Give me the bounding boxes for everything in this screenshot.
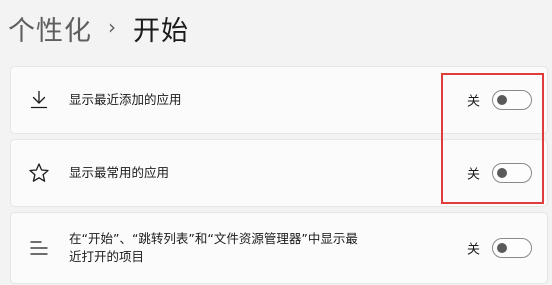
recently-added-apps-toggle[interactable] <box>492 90 532 110</box>
breadcrumb-separator: › <box>108 15 117 39</box>
toggle-state-text: 关 <box>467 167 481 183</box>
toggle-knob <box>497 168 507 178</box>
download-icon <box>27 88 51 112</box>
list-icon <box>27 236 51 260</box>
breadcrumb-parent-link[interactable]: 个性化 <box>8 9 92 48</box>
breadcrumb: 个性化 › 开始 <box>8 6 189 50</box>
toggle-knob <box>497 95 507 105</box>
star-icon <box>27 161 51 185</box>
setting-row-recently-opened-items: 在“开始”、“跳转列表”和“文件资源管理器”中显示最近打开的项目 关 <box>10 212 548 284</box>
setting-label: 在“开始”、“跳转列表”和“文件资源管理器”中显示最近打开的项目 <box>69 231 358 264</box>
setting-row-most-used-apps: 显示最常用的应用 关 <box>10 139 548 207</box>
recently-opened-items-toggle[interactable] <box>492 238 532 258</box>
setting-row-recently-added-apps: 显示最近添加的应用 关 <box>10 66 548 134</box>
toggle-state-text: 关 <box>467 242 481 258</box>
setting-label: 显示最常用的应用 <box>69 165 170 180</box>
page-title: 开始 <box>133 15 189 47</box>
setting-label: 显示最近添加的应用 <box>69 92 182 107</box>
most-used-apps-toggle[interactable] <box>492 163 532 183</box>
toggle-knob <box>497 243 507 253</box>
toggle-state-text: 关 <box>467 94 481 110</box>
